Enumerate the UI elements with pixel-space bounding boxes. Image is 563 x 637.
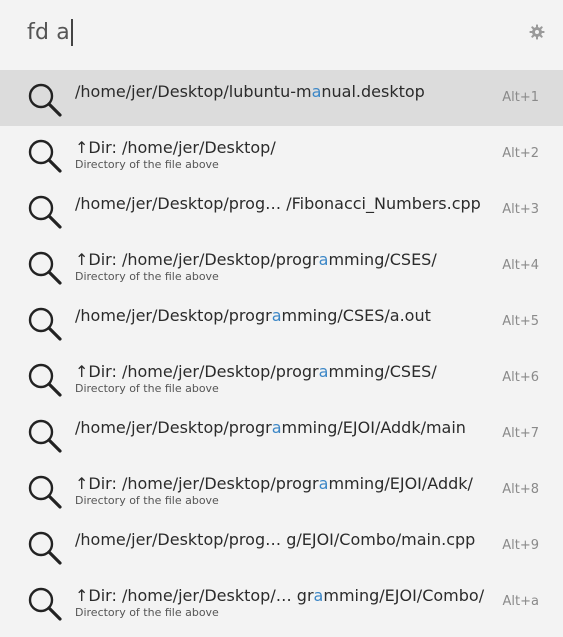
- result-row[interactable]: /home/jer/Desktop/programming/CSES/a.out…: [0, 294, 563, 350]
- result-title-post: mming/EJOI/Addk/: [328, 474, 473, 493]
- result-text: /home/jer/Desktop/prog… /Fibonacci_Numbe…: [75, 194, 493, 214]
- result-row[interactable]: ↑Dir: /home/jer/Desktop/programming/EJOI…: [0, 462, 563, 518]
- result-row[interactable]: /home/jer/Desktop/lubuntu-manual.desktop…: [0, 70, 563, 126]
- result-title-post: mming/CSES/: [328, 362, 437, 381]
- result-title: /home/jer/Desktop/prog… /Fibonacci_Numbe…: [75, 194, 493, 214]
- match-highlight: a: [318, 250, 329, 269]
- result-shortcut: Alt+7: [502, 426, 539, 441]
- result-row[interactable]: /home/jer/Desktop/programming/EJOI/Addk/…: [0, 406, 563, 462]
- result-row[interactable]: ↑Dir: /home/jer/Desktop/programming/CSES…: [0, 238, 563, 294]
- result-text: ↑Dir: /home/jer/Desktop/programming/CSES…: [75, 362, 493, 395]
- result-text: /home/jer/Desktop/programming/EJOI/Addk/…: [75, 418, 493, 438]
- result-row[interactable]: /home/jer/Desktop/prog… /Fibonacci_Numbe…: [0, 182, 563, 238]
- match-highlight: a: [318, 362, 329, 381]
- result-text: ↑Dir: /home/jer/Desktop/ Directory of th…: [75, 138, 493, 171]
- result-title: ↑Dir: /home/jer/Desktop/: [75, 138, 493, 158]
- result-title-post: mming/CSES/a.out: [281, 306, 431, 325]
- result-row[interactable]: ↑Dir: /home/jer/Desktop/ Directory of th…: [0, 126, 563, 182]
- search-icon: [28, 587, 62, 621]
- result-title-pre: /home/jer/Desktop/prog… /Fibonacci_Numbe…: [75, 194, 481, 213]
- result-shortcut: Alt+3: [502, 202, 539, 217]
- result-title-pre: ↑Dir: /home/jer/Desktop/: [75, 138, 276, 157]
- result-subtitle: Directory of the file above: [75, 270, 219, 283]
- result-text: /home/jer/Desktop/lubuntu-manual.desktop: [75, 82, 493, 102]
- search-icon: [28, 195, 62, 229]
- result-title-pre: /home/jer/Desktop/lubuntu-m: [75, 82, 312, 101]
- match-highlight: a: [271, 418, 282, 437]
- text-caret: [71, 19, 73, 46]
- search-icon: [28, 475, 62, 509]
- result-title: ↑Dir: /home/jer/Desktop/… gramming/EJOI/…: [75, 586, 493, 606]
- result-row[interactable]: ↑Dir: /home/jer/Desktop/programming/CSES…: [0, 350, 563, 406]
- result-text: ↑Dir: /home/jer/Desktop/programming/EJOI…: [75, 474, 493, 507]
- search-icon: [28, 83, 62, 117]
- result-title-post: mming/EJOI/Combo/: [323, 586, 485, 605]
- result-title: ↑Dir: /home/jer/Desktop/programming/EJOI…: [75, 474, 493, 494]
- search-query-text: fd a: [27, 20, 70, 45]
- result-title-post: mming/EJOI/Addk/main: [281, 418, 466, 437]
- search-icon: [28, 419, 62, 453]
- result-shortcut: Alt+2: [502, 146, 539, 161]
- result-row[interactable]: /home/jer/Desktop/prog… g/EJOI/Combo/mai…: [0, 518, 563, 574]
- result-text: /home/jer/Desktop/programming/CSES/a.out: [75, 306, 493, 326]
- match-highlight: a: [318, 474, 329, 493]
- result-subtitle: Directory of the file above: [75, 494, 219, 507]
- result-title-pre: ↑Dir: /home/jer/Desktop/… gr: [75, 586, 314, 605]
- result-shortcut: Alt+5: [502, 314, 539, 329]
- search-icon: [28, 531, 62, 565]
- result-subtitle: Directory of the file above: [75, 158, 219, 171]
- result-title-post: nual.desktop: [321, 82, 425, 101]
- result-shortcut: Alt+6: [502, 370, 539, 385]
- result-row[interactable]: ↑Dir: /home/jer/Desktop/… gramming/EJOI/…: [0, 574, 563, 630]
- result-title: /home/jer/Desktop/lubuntu-manual.desktop: [75, 82, 493, 102]
- result-title-pre: ↑Dir: /home/jer/Desktop/progr: [75, 474, 319, 493]
- result-shortcut: Alt+9: [502, 538, 539, 553]
- result-text: ↑Dir: /home/jer/Desktop/… gramming/EJOI/…: [75, 586, 493, 619]
- search-icon: [28, 363, 62, 397]
- result-shortcut: Alt+a: [502, 594, 539, 609]
- result-title: ↑Dir: /home/jer/Desktop/programming/CSES…: [75, 362, 493, 382]
- gear-icon[interactable]: [529, 24, 545, 40]
- result-title-pre: /home/jer/Desktop/progr: [75, 306, 272, 325]
- match-highlight: a: [271, 306, 282, 325]
- result-text: ↑Dir: /home/jer/Desktop/programming/CSES…: [75, 250, 493, 283]
- result-title-pre: /home/jer/Desktop/progr: [75, 418, 272, 437]
- result-text: /home/jer/Desktop/prog… g/EJOI/Combo/mai…: [75, 530, 493, 550]
- search-bar: fd a: [0, 0, 563, 70]
- result-title: ↑Dir: /home/jer/Desktop/programming/CSES…: [75, 250, 493, 270]
- result-title-pre: /home/jer/Desktop/prog… g/EJOI/Combo/mai…: [75, 530, 476, 549]
- results-list: /home/jer/Desktop/lubuntu-manual.desktop…: [0, 70, 563, 630]
- match-highlight: a: [313, 586, 324, 605]
- search-icon: [28, 307, 62, 341]
- result-title: /home/jer/Desktop/programming/EJOI/Addk/…: [75, 418, 493, 438]
- result-title: /home/jer/Desktop/programming/CSES/a.out: [75, 306, 493, 326]
- search-input[interactable]: fd a: [27, 19, 73, 46]
- result-subtitle: Directory of the file above: [75, 382, 219, 395]
- result-shortcut: Alt+8: [502, 482, 539, 497]
- search-icon: [28, 139, 62, 173]
- result-shortcut: Alt+1: [502, 90, 539, 105]
- result-title-pre: ↑Dir: /home/jer/Desktop/progr: [75, 362, 319, 381]
- result-subtitle: Directory of the file above: [75, 606, 219, 619]
- result-title-pre: ↑Dir: /home/jer/Desktop/progr: [75, 250, 319, 269]
- result-shortcut: Alt+4: [502, 258, 539, 273]
- match-highlight: a: [311, 82, 322, 101]
- result-title: /home/jer/Desktop/prog… g/EJOI/Combo/mai…: [75, 530, 493, 550]
- result-title-post: mming/CSES/: [328, 250, 437, 269]
- search-icon: [28, 251, 62, 285]
